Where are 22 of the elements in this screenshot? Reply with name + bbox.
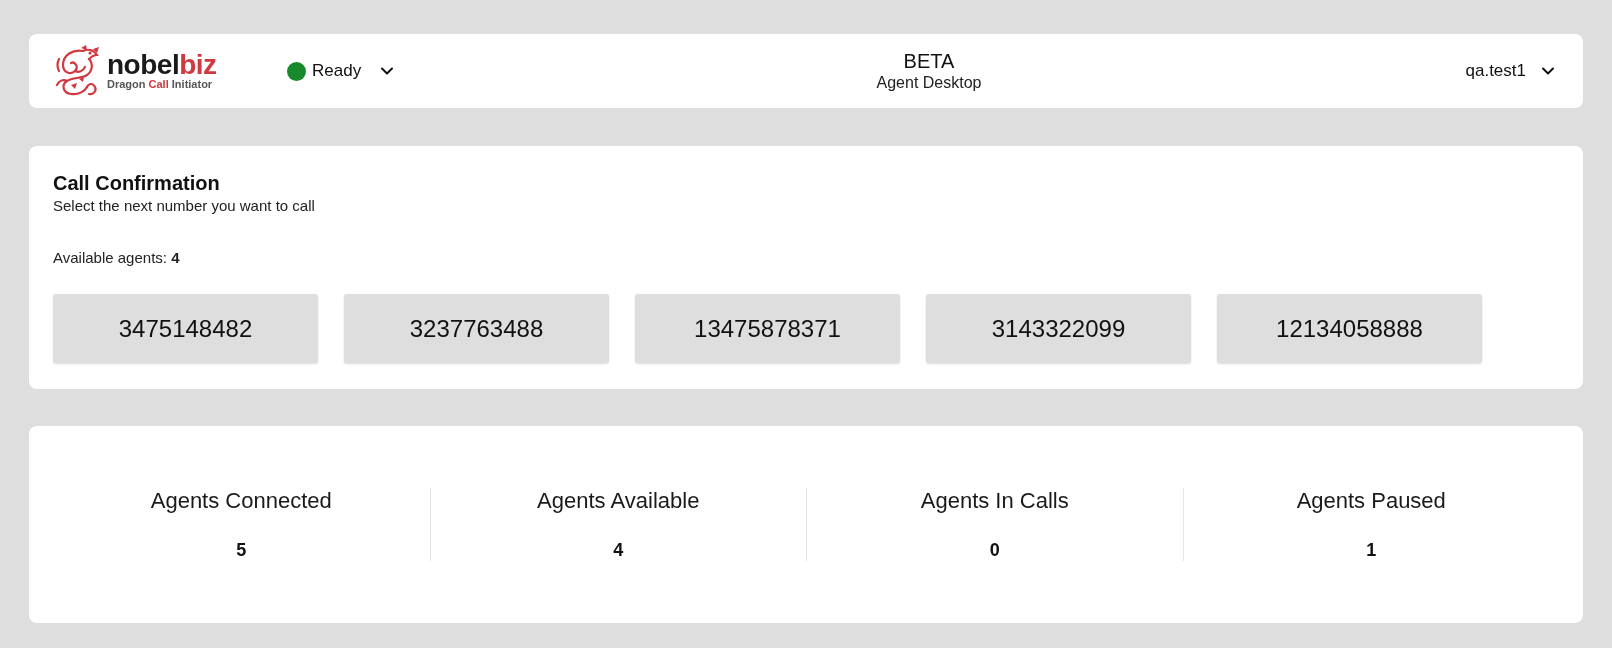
phone-number-button[interactable]: 13475878371: [635, 294, 900, 363]
phone-number-button[interactable]: 12134058888: [1217, 294, 1482, 363]
user-menu[interactable]: qa.test1: [1465, 58, 1558, 84]
stat-value: 4: [613, 539, 624, 561]
stat-value: 1: [1366, 539, 1377, 561]
stat-value: 5: [236, 539, 247, 561]
app-title: BETA: [903, 49, 955, 73]
logo-tagline: Dragon Call Initiator: [107, 77, 214, 91]
phone-number-button[interactable]: 3143322099: [926, 294, 1191, 363]
phone-number-button[interactable]: 3237763488: [344, 294, 609, 363]
status-dropdown[interactable]: Ready: [287, 58, 398, 84]
stat-label: Agents Available: [537, 488, 700, 514]
app-subtitle: Agent Desktop: [876, 73, 982, 93]
stat-label: Agents Paused: [1296, 488, 1446, 514]
stat-label: Agents In Calls: [920, 488, 1069, 514]
stat-label: Agents Connected: [150, 488, 332, 514]
card-subtitle: Select the next number you want to call: [53, 196, 316, 216]
stat-value: 0: [989, 539, 1000, 561]
logo-wordmark: nobelbiz: [107, 51, 217, 78]
available-agents-text: Available agents: 4: [53, 248, 181, 268]
card-title: Call Confirmation: [53, 171, 221, 196]
phone-number-button[interactable]: 3475148482: [53, 294, 318, 363]
